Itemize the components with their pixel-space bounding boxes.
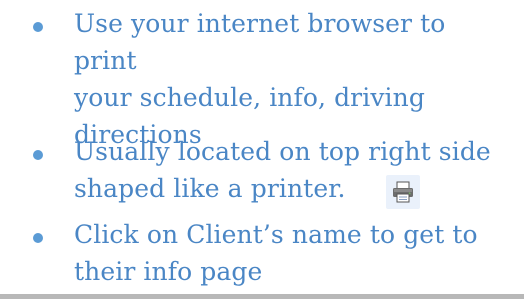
slide: Use your internet browser to print your …: [0, 0, 524, 299]
bullet-text: Click on Client’s name to get to their i…: [74, 220, 478, 286]
bullet-dot: [33, 150, 43, 160]
bullet-text: Usually located on top right side shaped…: [74, 137, 491, 203]
bullet-dot: [33, 233, 43, 243]
bullet-dot: [33, 22, 43, 32]
printer-icon: [386, 175, 420, 209]
bottom-bar: [0, 294, 524, 299]
bullet-text: Use your internet browser to print your …: [74, 9, 446, 149]
